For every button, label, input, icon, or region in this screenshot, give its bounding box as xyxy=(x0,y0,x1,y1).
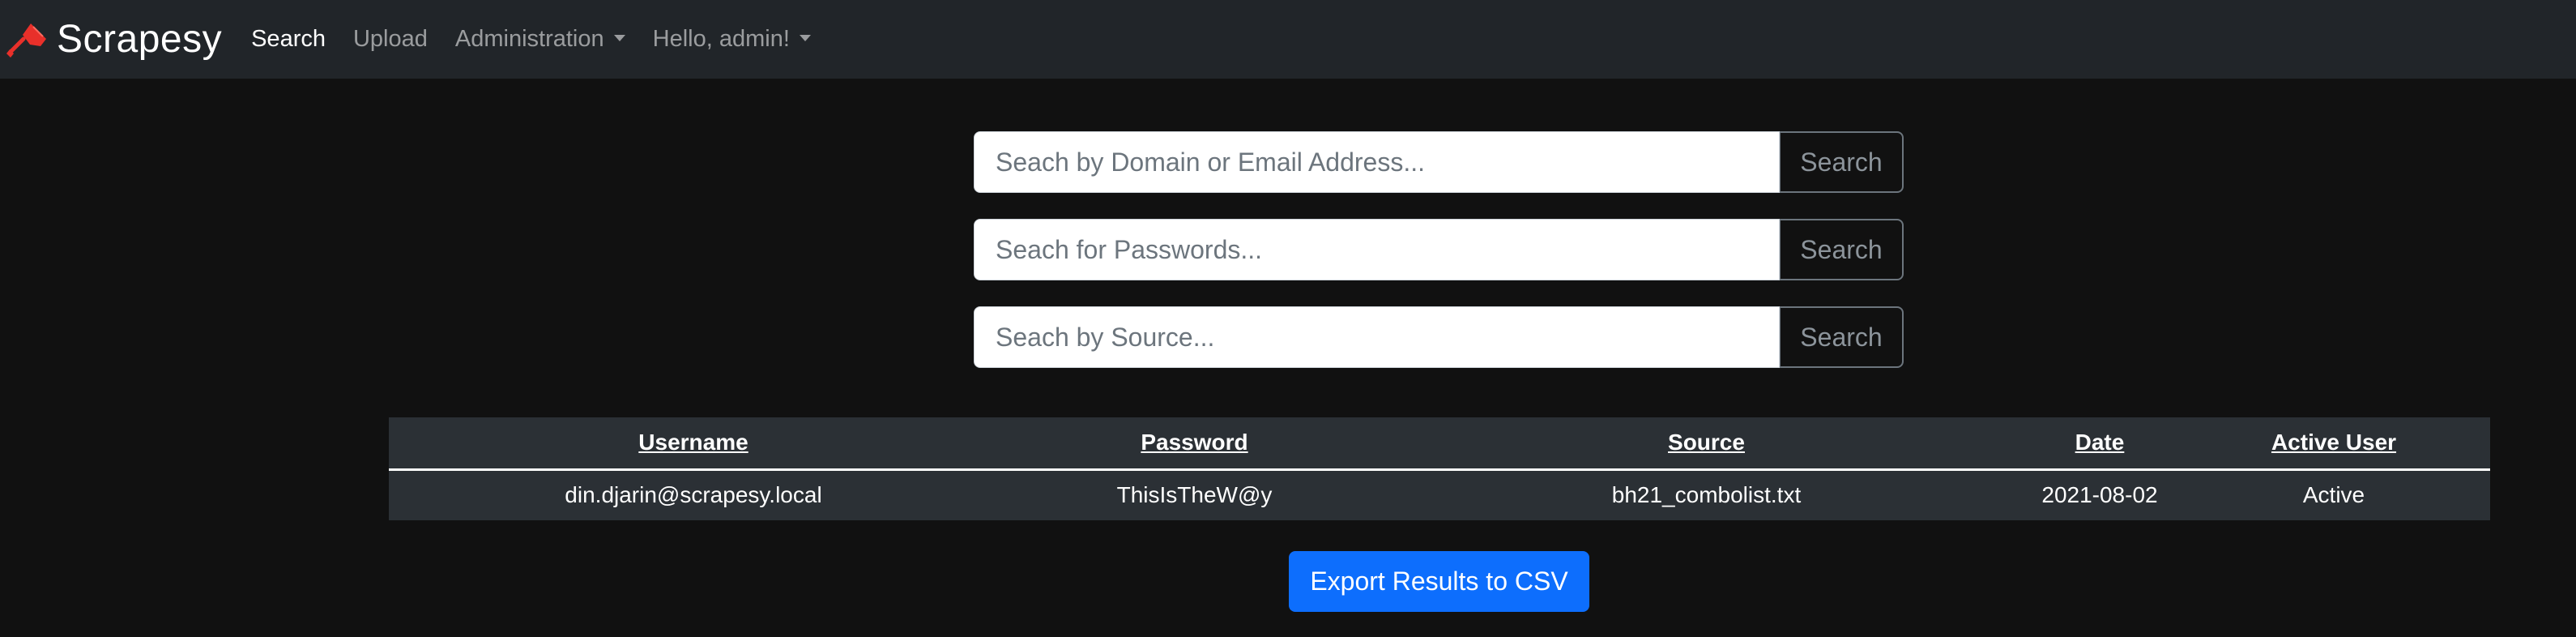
sort-password-link[interactable]: Password xyxy=(1141,430,1247,455)
password-search-button[interactable]: Search xyxy=(1780,219,1904,280)
domain-email-search-input[interactable] xyxy=(974,131,1780,193)
header-source: Source xyxy=(1391,417,2022,471)
cell-source: bh21_combolist.txt xyxy=(1611,482,1802,508)
domain-search-group: Search xyxy=(974,131,1904,193)
caret-down-icon xyxy=(613,34,625,41)
caret-down-icon xyxy=(799,34,811,41)
nav-links: Search Upload Administration Hello, admi… xyxy=(251,0,838,79)
cell-username: din.djarin@scrapesy.local xyxy=(565,482,822,508)
nav-administration-dropdown[interactable]: Administration xyxy=(455,26,625,53)
cell-date: 2021-08-02 xyxy=(2041,482,2158,508)
table-row: din.djarin@scrapesy.local ThisIsTheW@y b… xyxy=(389,469,2490,520)
domain-search-button[interactable]: Search xyxy=(1780,131,1904,193)
cell-active-user: Active xyxy=(2302,482,2365,508)
nav-user-dropdown[interactable]: Hello, admin! xyxy=(653,26,811,53)
shovel-icon xyxy=(6,17,52,62)
password-search-input[interactable] xyxy=(974,219,1780,280)
navbar: Scrapesy Search Upload Administration He… xyxy=(0,0,2576,79)
brand-link[interactable]: Scrapesy xyxy=(6,0,222,79)
sort-source-link[interactable]: Source xyxy=(1668,430,1745,455)
source-search-input[interactable] xyxy=(974,306,1780,368)
source-search-button[interactable]: Search xyxy=(1780,306,1904,368)
sort-active-user-link[interactable]: Active User xyxy=(2271,430,2396,455)
sort-date-link[interactable]: Date xyxy=(2075,430,2125,455)
results-table: Username Password Source Date Active Use… xyxy=(389,417,2490,520)
sort-username-link[interactable]: Username xyxy=(638,430,748,455)
nav-search[interactable]: Search xyxy=(251,26,326,53)
source-search-group: Search xyxy=(974,306,1904,368)
nav-upload[interactable]: Upload xyxy=(353,26,428,53)
brand-name: Scrapesy xyxy=(57,18,223,61)
export-csv-button[interactable]: Export Results to CSV xyxy=(1289,551,1589,612)
header-password: Password xyxy=(998,417,1391,471)
nav-administration-label: Administration xyxy=(454,26,604,52)
header-date: Date xyxy=(2022,417,2177,471)
password-search-group: Search xyxy=(974,219,1904,280)
table-header-row: Username Password Source Date Active Use… xyxy=(389,417,2490,471)
nav-user-label: Hello, admin! xyxy=(652,26,790,52)
header-active-user: Active User xyxy=(2177,417,2490,471)
cell-password: ThisIsTheW@y xyxy=(1116,482,1273,508)
header-username: Username xyxy=(389,417,998,471)
